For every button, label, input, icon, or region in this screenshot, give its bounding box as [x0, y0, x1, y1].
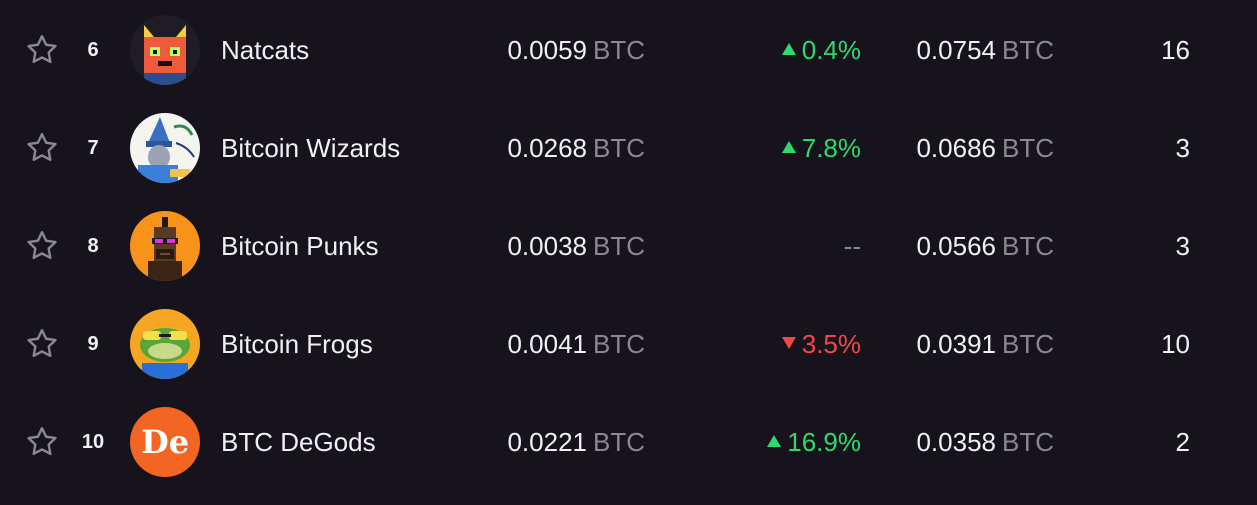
- price-unit: BTC: [593, 427, 645, 457]
- rank: 6: [87, 39, 99, 61]
- rank: 7: [87, 137, 99, 159]
- table-row[interactable]: 9 Bitcoin Frogs 0.0041 BTC 3.5% 0.0391 BTC…: [0, 295, 1257, 393]
- volume-value: 0.0754: [916, 35, 996, 65]
- volume: 0.0358 BTC: [916, 426, 1054, 458]
- price-unit: BTC: [593, 35, 645, 65]
- change-value: 3.5%: [801, 329, 861, 359]
- change-value: 16.9%: [787, 427, 861, 457]
- floor-price: 0.0041 BTC: [507, 328, 645, 360]
- bitcoin-frog-avatar-icon[interactable]: [130, 309, 200, 379]
- rank: 9: [87, 333, 99, 355]
- sales-count: 2: [1175, 427, 1190, 457]
- volume-value: 0.0686: [916, 133, 996, 163]
- floor-price: 0.0268 BTC: [507, 132, 645, 164]
- volume-unit: BTC: [1002, 427, 1054, 457]
- bitcoin-punk-avatar-icon[interactable]: [130, 211, 200, 281]
- price-unit: BTC: [593, 329, 645, 359]
- bitcoin-wizard-avatar-icon[interactable]: [130, 113, 200, 183]
- table-row[interactable]: 6 Natcats 0.0059 BTC 0.4% 0.0754 BTC 16: [0, 1, 1257, 99]
- degods-logo-text: De: [141, 423, 189, 461]
- price-change: --: [844, 230, 861, 262]
- price-unit: BTC: [593, 133, 645, 163]
- change-value: 7.8%: [801, 133, 861, 163]
- volume-value: 0.0566: [916, 231, 996, 261]
- floor-price: 0.0221 BTC: [507, 426, 645, 458]
- collection-name-link[interactable]: Bitcoin Frogs: [221, 328, 373, 360]
- sales-count: 3: [1175, 133, 1190, 163]
- volume: 0.0754 BTC: [916, 34, 1054, 66]
- price-change: 16.9%: [767, 426, 861, 458]
- price-value: 0.0041: [507, 329, 587, 359]
- volume-value: 0.0391: [916, 329, 996, 359]
- star-favorite-icon[interactable]: [24, 130, 60, 166]
- volume-value: 0.0358: [916, 427, 996, 457]
- star-favorite-icon[interactable]: [24, 32, 60, 68]
- collection-name-link[interactable]: BTC DeGods: [221, 426, 376, 458]
- price-change: 0.4%: [781, 34, 861, 66]
- volume: 0.0391 BTC: [916, 328, 1054, 360]
- down-arrow-icon: [781, 337, 796, 350]
- collection-name-link[interactable]: Natcats: [221, 34, 309, 66]
- price-value: 0.0038: [507, 231, 587, 261]
- sales-count: 16: [1161, 35, 1190, 65]
- volume-unit: BTC: [1002, 35, 1054, 65]
- collections-table: 6 Natcats 0.0059BTC 0.4% 0.0754BTC 16: [0, 0, 1257, 505]
- price-value: 0.0268: [507, 133, 587, 163]
- up-arrow-icon: [781, 43, 796, 56]
- volume: 0.0566 BTC: [916, 230, 1054, 262]
- change-value: --: [843, 231, 861, 261]
- sales-count: 10: [1161, 329, 1190, 359]
- up-arrow-icon: [767, 435, 782, 448]
- table-row[interactable]: 7 Bitcoin Wizards 0.0268 BTC 7.8% 0.0686 B…: [0, 99, 1257, 197]
- star-favorite-icon[interactable]: [24, 326, 60, 362]
- rank: 10: [81, 431, 105, 453]
- volume: 0.0686 BTC: [916, 132, 1054, 164]
- up-arrow-icon: [781, 141, 796, 154]
- table-row[interactable]: 8 Bitcoin Punks 0.0038 BTC -- 0.0566 BTC 3: [0, 197, 1257, 295]
- change-value: 0.4%: [801, 35, 861, 65]
- collection-name-link[interactable]: Bitcoin Wizards: [221, 132, 400, 164]
- natcat-avatar-icon[interactable]: [130, 15, 200, 85]
- floor-price: 0.0059 BTC: [507, 34, 645, 66]
- volume-unit: BTC: [1002, 329, 1054, 359]
- star-favorite-icon[interactable]: [24, 424, 60, 460]
- rank: 8: [87, 235, 99, 257]
- btc-degods-avatar-icon[interactable]: De: [130, 407, 200, 477]
- volume-unit: BTC: [1002, 133, 1054, 163]
- collection-name-link[interactable]: Bitcoin Punks: [221, 230, 379, 262]
- price-unit: BTC: [593, 231, 645, 261]
- price-change: 7.8%: [781, 132, 861, 164]
- table-row[interactable]: 10 De BTC DeGods 0.0221 BTC 16.9% 0.0358 B…: [0, 393, 1257, 491]
- floor-price: 0.0038 BTC: [507, 230, 645, 262]
- price-value: 0.0059: [507, 35, 587, 65]
- volume-unit: BTC: [1002, 231, 1054, 261]
- price-change: 3.5%: [781, 328, 861, 360]
- star-favorite-icon[interactable]: [24, 228, 60, 264]
- price-value: 0.0221: [507, 427, 587, 457]
- sales-count: 3: [1175, 231, 1190, 261]
